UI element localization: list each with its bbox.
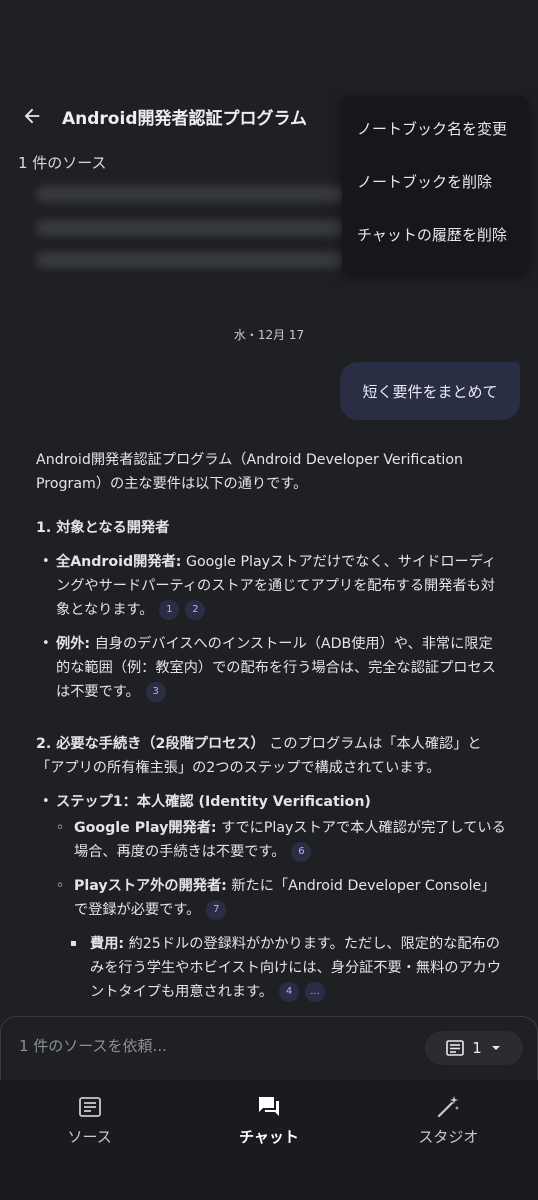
list-item: 全Android開発者: Google Playストアだけでなく、サイドローディ… [36,550,506,622]
citation-chip[interactable]: 7 [206,900,227,920]
nav-label: ソース [67,1128,112,1146]
bullet-text: 自身のデバイスへのインストール（ADB使用）や、非常に限定的な範囲（例：教室内）… [56,636,496,700]
source-selector-count: 1 [472,1039,482,1057]
user-message: 短く要件をまとめて [340,362,520,420]
source-selector-button[interactable]: 1 [425,1031,523,1065]
citation-chip[interactable]: 6 [291,842,312,862]
list-item: ステップ1：本人確認 (Identity Verification) [36,790,506,814]
back-arrow-icon[interactable] [18,102,46,130]
date-separator: 水・12月 17 [233,328,305,342]
blurred-summary-line [36,186,346,202]
assistant-response: Android開発者認証プログラム（Android Developer Veri… [36,448,506,1014]
citation-chip[interactable]: 1 [159,600,180,620]
studio-icon [438,1096,460,1118]
citation-chip[interactable]: 2 [185,600,206,620]
list-item: 費用: 約25ドルの登録料がかかります。ただし、限定的な配布のみを行う学生やホビ… [36,932,506,1004]
notes-icon [446,1040,465,1056]
menu-item-delete-chat-history[interactable]: チャットの履歴を削除 [342,208,528,261]
dropdown-arrow-icon [491,1046,500,1050]
nav-label: チャット [239,1128,299,1146]
source-count[interactable]: 1 件のソース [18,152,107,173]
section-heading: 2. 必要な手続き（2段階プロセス） [36,736,265,752]
bottom-navigation: ソース チャット スタジオ [0,1080,538,1200]
citation-chip[interactable]: 4 [279,982,300,1002]
chat-input[interactable] [19,1037,379,1055]
list-item: Playストア外の開発者: 新たに「Android Developer Cons… [36,874,506,922]
bullet-label: 費用: [90,936,125,952]
bullet-label: Google Play開発者: [74,820,217,836]
section-heading: 1. 対象となる開発者 [36,520,170,536]
bullet-label: 例外: [56,636,91,652]
menu-item-rename-notebook[interactable]: ノートブック名を変更 [342,102,528,155]
list-item: 例外: 自身のデバイスへのインストール（ADB使用）や、非常に限定的な範囲（例：… [36,632,506,704]
list-item: Google Play開発者: すでにPlayストアで本人確認が完了している場合… [36,816,506,864]
citation-chip[interactable]: 3 [145,682,166,702]
blurred-summary-line [36,252,346,268]
chat-icon [258,1097,279,1116]
bullet-label: 全Android開発者: [56,554,182,570]
page-title: Android開発者認証プログラム [62,109,307,129]
overflow-menu: ノートブック名を変更 ノートブックを削除 チャットの履歴を削除 [342,96,528,272]
source-icon [78,1097,101,1117]
bullet-label: Playストア外の開発者: [74,878,227,894]
nav-tab-studio[interactable]: スタジオ [359,1080,538,1200]
nav-tab-sources[interactable]: ソース [0,1080,179,1200]
bullet-label: ステップ1：本人確認 (Identity Verification) [56,794,371,810]
response-intro: Android開発者認証プログラム（Android Developer Veri… [36,452,464,492]
section2-paragraph: 2. 必要な手続き（2段階プロセス） このプログラムは「本人確認」と「アプリの所… [36,732,506,780]
blurred-summary-line [36,220,346,236]
chat-input-area: 1 [0,1016,538,1080]
nav-tab-chat[interactable]: チャット [179,1080,358,1200]
citation-more-chip[interactable]: ... [305,982,326,1002]
menu-item-delete-notebook[interactable]: ノートブックを削除 [342,155,528,208]
nav-label: スタジオ [418,1128,479,1146]
